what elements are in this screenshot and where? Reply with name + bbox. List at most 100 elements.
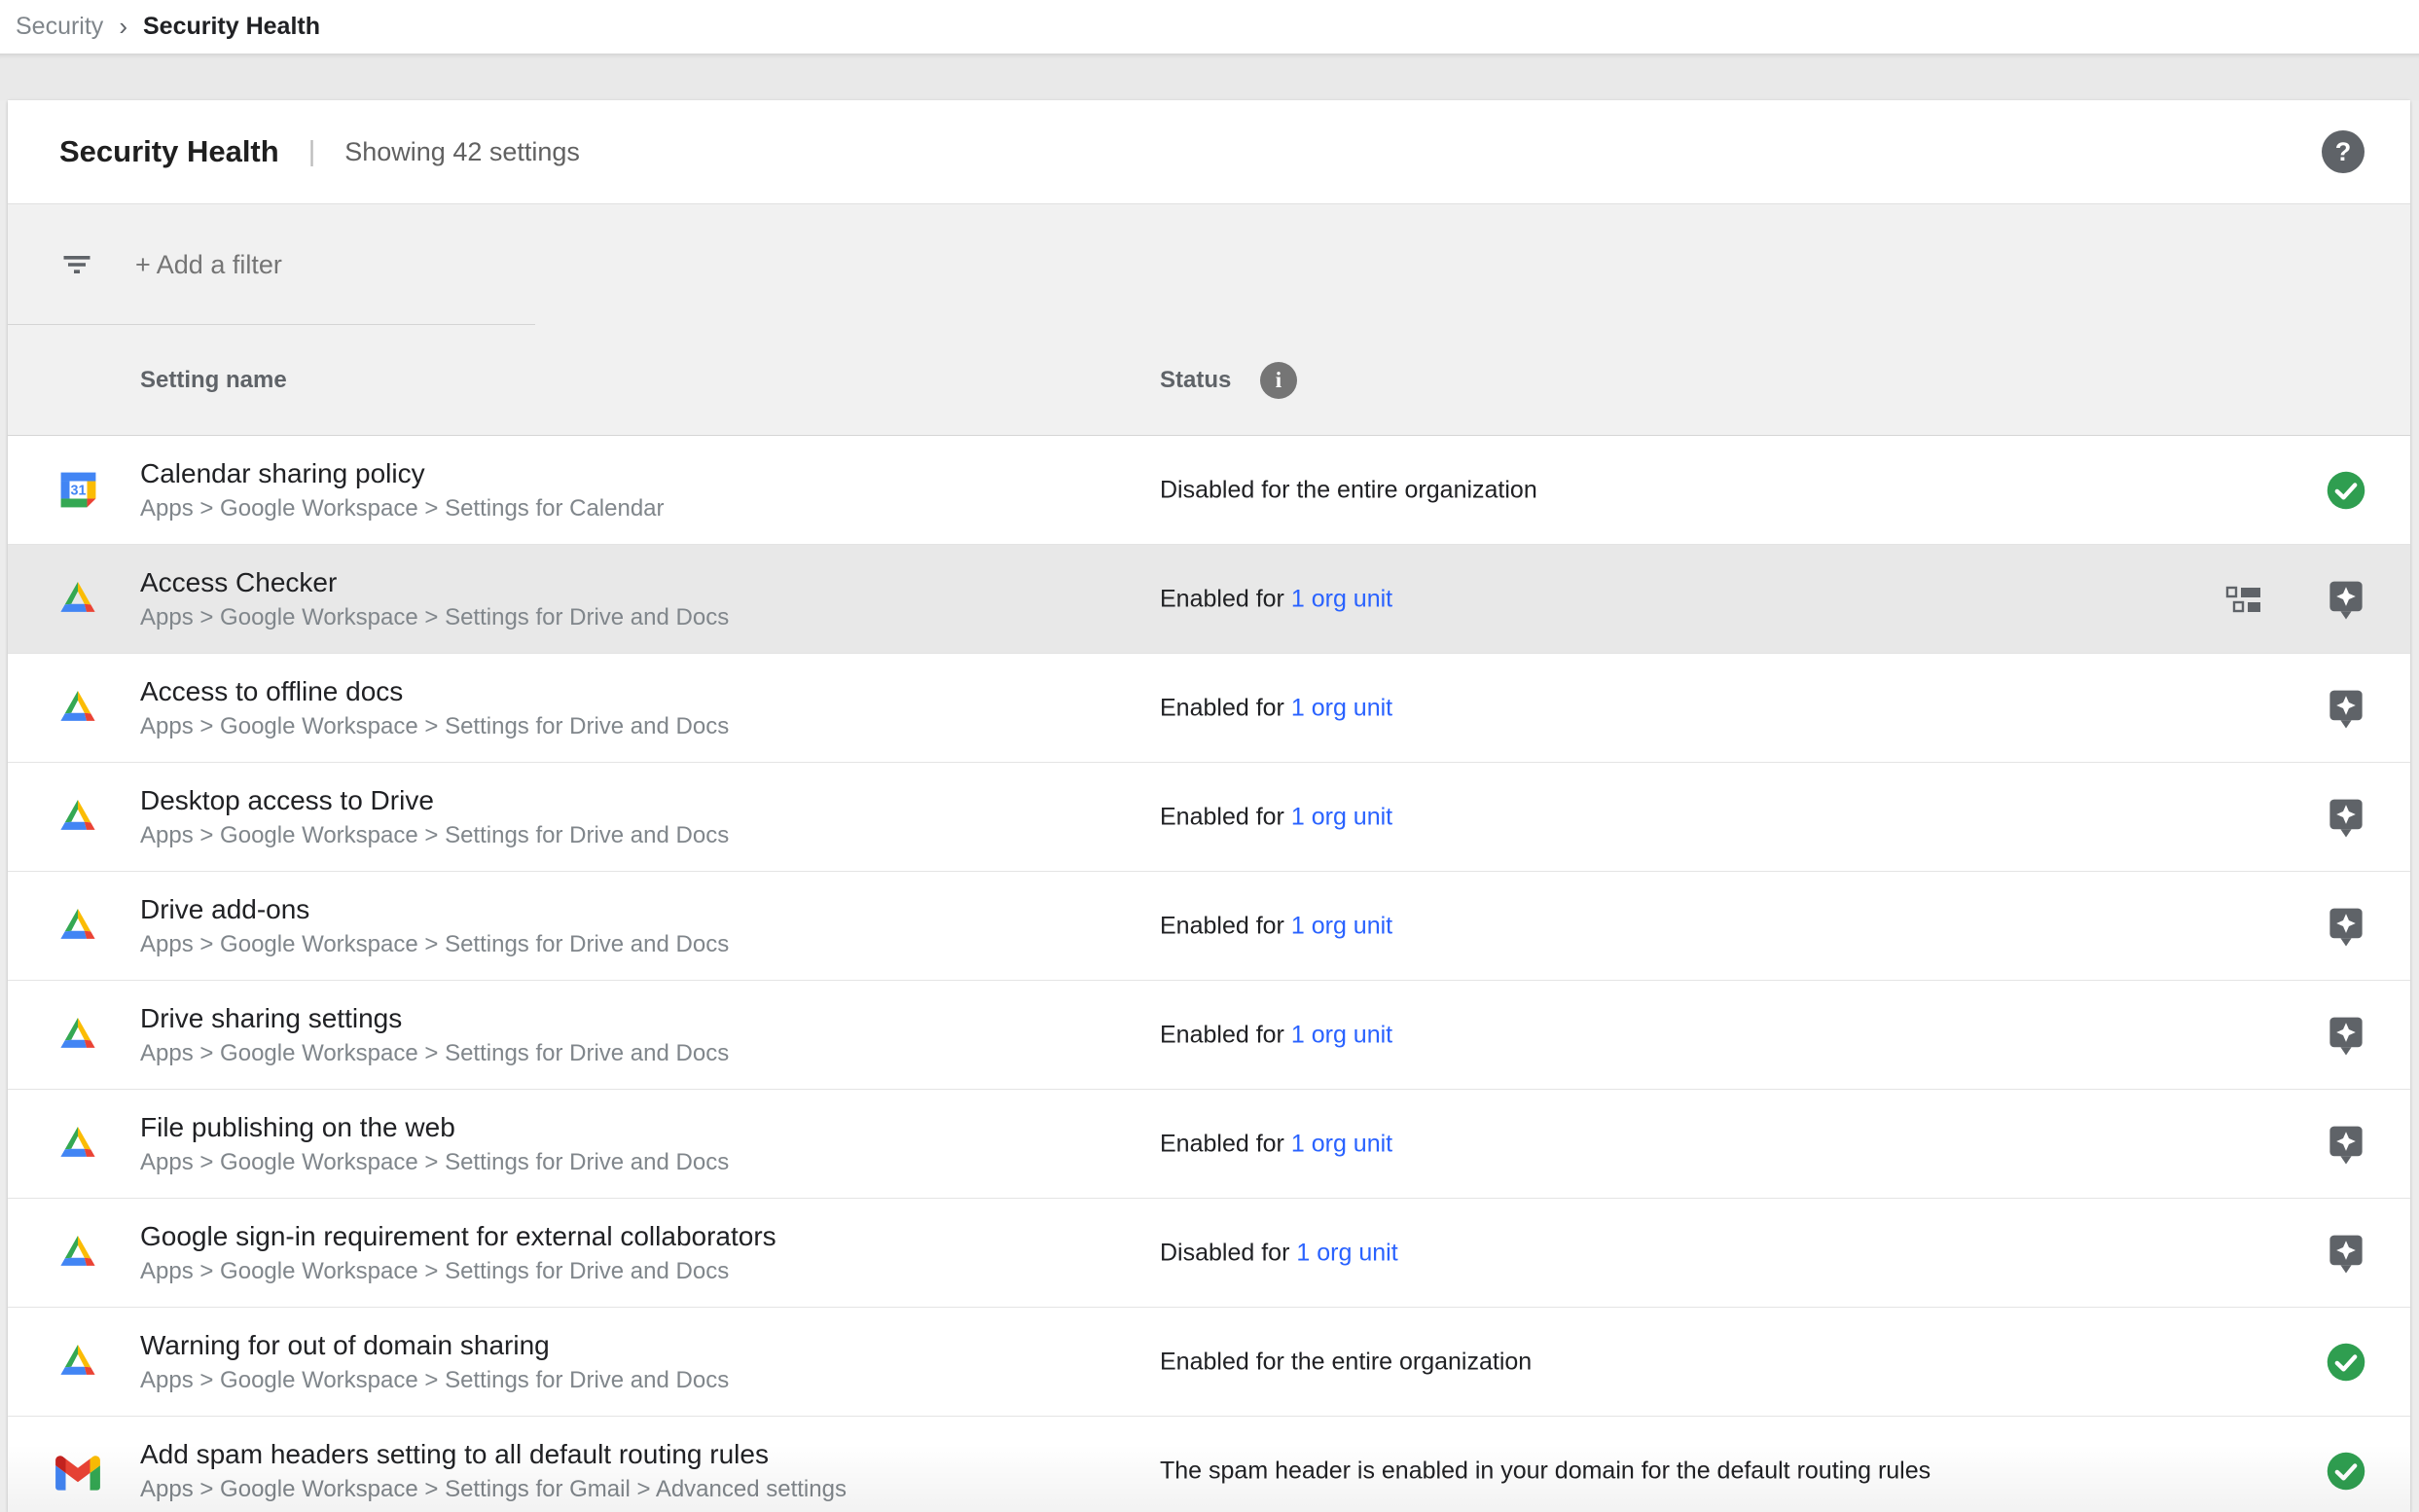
setting-name: Drive add-ons	[140, 892, 729, 927]
setting-row[interactable]: Warning for out of domain sharing Apps >…	[8, 1308, 2410, 1417]
org-unit-link[interactable]: 1 org unit	[1291, 1021, 1392, 1048]
security-health-card: Security Health | Showing 42 settings ? …	[8, 100, 2410, 1512]
recommendation-bubble-icon	[2326, 1232, 2366, 1275]
org-units-icon	[2225, 586, 2264, 613]
setting-status: Enabled for1 org unit	[1160, 803, 1392, 831]
setting-text: Desktop access to Drive Apps > Google Wo…	[140, 783, 729, 851]
status-text: Enabled for	[1160, 912, 1284, 939]
setting-text: Calendar sharing policy Apps > Google Wo…	[140, 456, 665, 524]
org-unit-link[interactable]: 1 org unit	[1291, 1130, 1392, 1157]
drive-app-icon	[55, 795, 100, 840]
drive-app-icon	[56, 905, 99, 948]
column-header-setting-name: Setting name	[140, 367, 287, 394]
setting-status: Enabled for 1 org unit	[1160, 912, 1392, 940]
drive-app-icon	[55, 1122, 100, 1167]
gmail-app-icon	[55, 1449, 100, 1494]
setting-text: Access to offline docs Apps > Google Wor…	[140, 674, 729, 742]
setting-row[interactable]: Desktop access to Drive Apps > Google Wo…	[8, 763, 2410, 872]
org-unit-link[interactable]: 1 org unit	[1291, 694, 1392, 721]
setting-text: Warning for out of domain sharing Apps >…	[140, 1328, 729, 1396]
recommendation-icon[interactable]	[2325, 904, 2367, 949]
card-header: Security Health | Showing 42 settings ?	[8, 100, 2410, 204]
setting-name: Drive sharing settings	[140, 1001, 729, 1036]
recommendation-bubble-icon	[2326, 796, 2366, 839]
setting-path: Apps > Google Workspace > Settings for D…	[140, 1256, 776, 1287]
recommendation-bubble-icon	[2326, 1123, 2366, 1166]
setting-name: Calendar sharing policy	[140, 456, 665, 491]
org-unit-link[interactable]: 1 org unit	[1291, 912, 1392, 939]
breadcrumb-link-security[interactable]: Security	[16, 13, 103, 41]
status-text: Enabled for	[1160, 1021, 1284, 1048]
setting-row[interactable]: Drive add-ons Apps > Google Workspace > …	[8, 872, 2410, 981]
recommendation-icon[interactable]	[2325, 795, 2367, 840]
drive-app-icon	[56, 578, 99, 621]
org-unit-link[interactable]: 1 org unit	[1296, 1239, 1397, 1266]
breadcrumb-current: Security Health	[143, 13, 320, 41]
setting-row[interactable]: Access to offline docs Apps > Google Wor…	[8, 654, 2410, 763]
setting-row[interactable]: 31 Calendar sharing policy Apps > Google…	[8, 436, 2410, 545]
setting-row[interactable]: File publishing on the web Apps > Google…	[8, 1090, 2410, 1199]
title-separator: |	[308, 136, 316, 168]
setting-text: Access Checker Apps > Google Workspace >…	[140, 565, 729, 633]
calendar-app-icon: 31	[57, 469, 99, 511]
page-band	[0, 54, 2419, 100]
setting-row[interactable]: Access Checker Apps > Google Workspace >…	[8, 545, 2410, 654]
setting-text: Drive add-ons Apps > Google Workspace > …	[140, 892, 729, 960]
ok-check-icon	[2325, 1341, 2367, 1384]
setting-path: Apps > Google Workspace > Settings for D…	[140, 1147, 729, 1178]
setting-name: Desktop access to Drive	[140, 783, 729, 818]
setting-name: Warning for out of domain sharing	[140, 1328, 729, 1363]
status-ok-icon	[2325, 468, 2367, 513]
org-unit-link[interactable]: 1 org unit	[1291, 803, 1392, 830]
drive-app-icon	[55, 904, 100, 949]
svg-text:31: 31	[70, 484, 86, 499]
org-unit-link[interactable]: 1 org unit	[1291, 585, 1392, 612]
ok-check-icon	[2325, 1450, 2367, 1493]
setting-path: Apps > Google Workspace > Settings for D…	[140, 1038, 729, 1069]
status-text: Enabled for the entire organization	[1160, 1348, 1532, 1375]
gmail-app-icon	[55, 1451, 100, 1492]
setting-path: Apps > Google Workspace > Settings for D…	[140, 711, 729, 742]
ok-check-icon	[2325, 469, 2367, 512]
drive-app-icon	[55, 577, 100, 622]
setting-path: Apps > Google Workspace > Settings for G…	[140, 1474, 847, 1505]
setting-status: Enabled for1 org unit	[1160, 1130, 1392, 1158]
settings-list: 31 Calendar sharing policy Apps > Google…	[8, 436, 2410, 1512]
setting-text: Add spam headers setting to all default …	[140, 1437, 847, 1505]
drive-app-icon	[55, 686, 100, 731]
drive-app-icon	[56, 1341, 99, 1384]
setting-row[interactable]: Add spam headers setting to all default …	[8, 1417, 2410, 1512]
add-filter-button[interactable]: + Add a filter	[135, 250, 282, 280]
drive-app-icon	[55, 1013, 100, 1058]
setting-text: Drive sharing settings Apps > Google Wor…	[140, 1001, 729, 1069]
page-title: Security Health	[59, 134, 279, 169]
setting-text: File publishing on the web Apps > Google…	[140, 1110, 729, 1178]
status-text: Enabled for	[1160, 585, 1284, 612]
column-header-status: Status	[1160, 367, 1231, 394]
filter-list-icon	[59, 247, 94, 282]
setting-path: Apps > Google Workspace > Settings for D…	[140, 1365, 729, 1396]
setting-name: Google sign-in requirement for external …	[140, 1219, 776, 1254]
drive-app-icon	[55, 1231, 100, 1276]
recommendation-icon[interactable]	[2325, 686, 2367, 731]
setting-status: Disabled for the entire organization	[1160, 476, 1537, 504]
setting-status: Enabled for the entire organization	[1160, 1348, 1532, 1376]
setting-status: Enabled for 1 org unit	[1160, 694, 1392, 722]
setting-status: Enabled for 1 org unit	[1160, 1021, 1392, 1049]
recommendation-icon[interactable]	[2325, 1013, 2367, 1058]
recommendation-icon[interactable]	[2325, 1231, 2367, 1276]
recommendation-bubble-icon	[2326, 578, 2366, 621]
drive-app-icon	[56, 796, 99, 839]
setting-row[interactable]: Google sign-in requirement for external …	[8, 1199, 2410, 1308]
drive-app-icon	[56, 1123, 99, 1166]
setting-status: The spam header is enabled in your domai…	[1160, 1457, 1931, 1485]
status-text: Enabled for	[1160, 694, 1284, 721]
help-icon[interactable]: ?	[2322, 130, 2365, 173]
recommendation-icon[interactable]	[2325, 1122, 2367, 1167]
setting-row[interactable]: Drive sharing settings Apps > Google Wor…	[8, 981, 2410, 1090]
recommendation-icon[interactable]	[2325, 577, 2367, 622]
setting-name: Access to offline docs	[140, 674, 729, 709]
filter-bar: + Add a filter	[8, 204, 2410, 325]
drive-app-icon	[56, 1014, 99, 1057]
info-icon[interactable]: i	[1260, 362, 1297, 399]
